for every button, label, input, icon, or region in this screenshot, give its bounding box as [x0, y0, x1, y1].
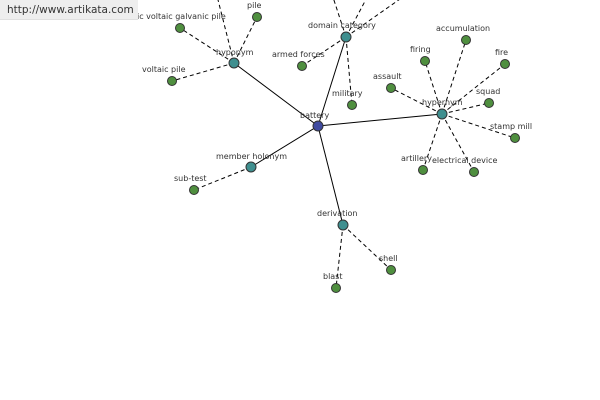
node-derivation[interactable]	[337, 219, 349, 231]
watermark-url[interactable]: http://www.artikata.com	[0, 0, 138, 20]
node-battery[interactable]	[312, 120, 324, 132]
edge-domain-category-to-offscreen-2	[333, 0, 347, 38]
node-blast[interactable]	[331, 283, 341, 293]
node-label-domain-category: domain category	[308, 21, 376, 30]
node-label-voltaic-galvanic-pile: ic voltaic galvanic pile	[137, 12, 226, 21]
node-label-hyponym: hyponym	[216, 48, 254, 57]
edge-domain-category-to-offscreen-3	[345, 0, 367, 38]
node-pile[interactable]	[252, 12, 262, 22]
node-squad[interactable]	[484, 98, 494, 108]
node-firing[interactable]	[420, 56, 430, 66]
node-armed-forces[interactable]	[297, 61, 307, 71]
node-label-blast: blast	[323, 272, 343, 281]
node-voltaic-galvanic-pile[interactable]	[175, 23, 185, 33]
node-label-assault: assault	[373, 72, 402, 81]
node-label-battery: battery	[300, 111, 329, 120]
node-hyponym[interactable]	[228, 57, 240, 69]
node-stamp-mill[interactable]	[510, 133, 520, 143]
node-label-derivation: derivation	[317, 209, 357, 218]
node-accumulation[interactable]	[461, 35, 471, 45]
node-label-fire: fire	[495, 48, 508, 57]
word-graph[interactable]: battery hyponym domain category hypernym mem…	[0, 0, 600, 400]
node-label-member-holonym: member holonym	[216, 152, 287, 161]
node-domain-category[interactable]	[340, 31, 352, 43]
node-label-shell: shell	[379, 254, 398, 263]
node-military[interactable]	[347, 100, 357, 110]
node-shell[interactable]	[386, 265, 396, 275]
node-label-electrical-device: electrical device	[432, 156, 498, 165]
node-label-armed-forces: armed forces	[272, 50, 325, 59]
edge-battery-to-hypernym	[317, 113, 443, 127]
edge-derivation-to-shell	[342, 224, 392, 271]
node-label-firing: firing	[410, 45, 431, 54]
node-voltaic-pile[interactable]	[167, 76, 177, 86]
node-label-sub-test: sub-test	[174, 174, 207, 183]
node-label-artillery: artillery	[401, 154, 432, 163]
node-fire[interactable]	[500, 59, 510, 69]
node-label-accumulation: accumulation	[436, 24, 490, 33]
edge-hyponym-to-voltaic-galvanic-pile	[179, 27, 235, 64]
node-label-pile: pile	[247, 1, 262, 10]
edge-domain-category-to-offscreen-4	[345, 0, 400, 38]
node-label-stamp-mill: stamp mill	[490, 122, 532, 131]
node-label-voltaic-pile: voltaic pile	[142, 65, 186, 74]
node-label-military: military	[332, 89, 363, 98]
node-electrical-device[interactable]	[469, 167, 479, 177]
node-assault[interactable]	[386, 83, 396, 93]
node-sub-test[interactable]	[189, 185, 199, 195]
node-artillery[interactable]	[418, 165, 428, 175]
node-member-holonym[interactable]	[245, 161, 257, 173]
node-label-squad: squad	[476, 87, 500, 96]
node-label-hypernym: hypernym	[422, 98, 463, 107]
node-hypernym[interactable]	[436, 108, 448, 120]
